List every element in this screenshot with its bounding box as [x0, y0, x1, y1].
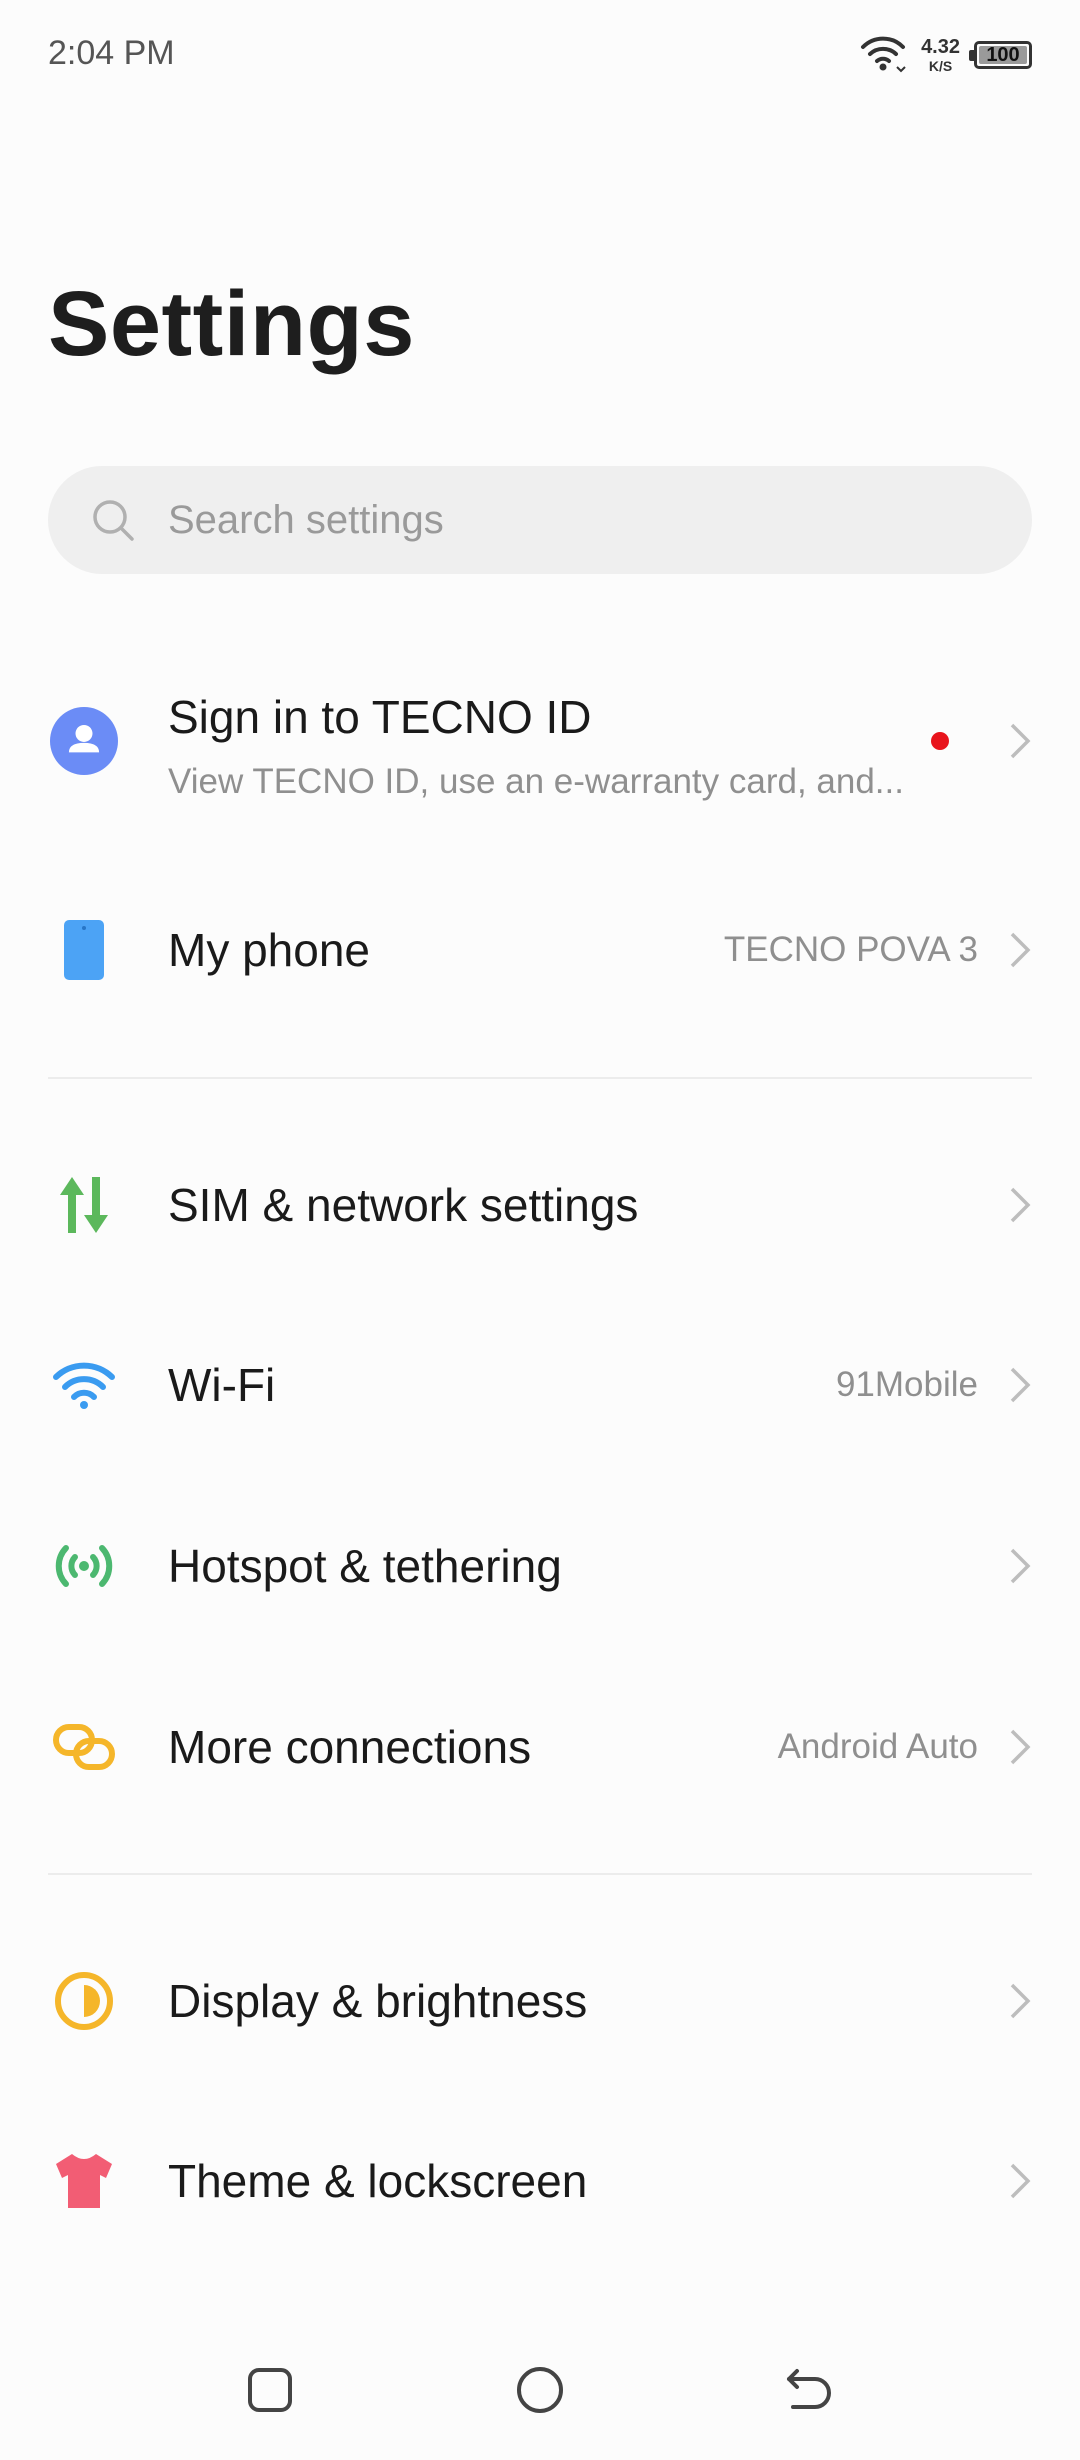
item-label: More connections — [168, 1721, 532, 1773]
search-bar[interactable] — [48, 466, 1032, 574]
item-label: Hotspot & tethering — [168, 1540, 562, 1592]
item-value: Android Auto — [777, 1727, 978, 1766]
wifi-icon — [50, 1351, 118, 1419]
square-icon — [248, 2368, 292, 2412]
chevron-right-icon — [1010, 723, 1031, 759]
settings-item-sim-network[interactable]: SIM & network settings — [0, 1130, 1080, 1280]
battery-level: 100 — [986, 43, 1020, 66]
item-label: SIM & network settings — [168, 1179, 639, 1231]
tshirt-icon — [50, 2147, 118, 2215]
phone-icon — [50, 916, 118, 984]
chevron-right-icon — [1010, 1983, 1031, 2019]
item-label: Theme & lockscreen — [168, 2155, 588, 2207]
network-speed: 4.32 K/S — [921, 37, 960, 73]
status-bar: 2:04 PM 4.32 K/S 100 — [0, 0, 1080, 110]
account-avatar-icon — [50, 707, 118, 775]
link-icon — [50, 1713, 118, 1781]
search-icon — [93, 500, 134, 541]
settings-item-hotspot[interactable]: Hotspot & tethering — [0, 1491, 1080, 1641]
settings-item-my-phone[interactable]: My phone TECNO POVA 3 — [0, 875, 1080, 1025]
item-label: Wi-Fi — [168, 1359, 276, 1411]
circle-icon — [517, 2367, 563, 2413]
account-label: Sign in to TECNO ID — [168, 691, 592, 743]
battery-icon: 100 — [969, 41, 1032, 69]
settings-item-wifi[interactable]: Wi-Fi 91Mobile — [0, 1310, 1080, 1460]
chevron-right-icon — [1010, 932, 1031, 968]
settings-item-more-connections[interactable]: More connections Android Auto — [0, 1672, 1080, 1822]
sim-network-icon — [50, 1171, 118, 1239]
account-subtitle: View TECNO ID, use an e-warranty card, a… — [168, 762, 904, 801]
status-icons: 4.32 K/S 100 — [859, 30, 1032, 80]
chevron-right-icon — [1010, 1187, 1031, 1223]
section-divider — [48, 1077, 1032, 1079]
page-title: Settings — [48, 273, 415, 375]
item-value: TECNO POVA 3 — [723, 930, 978, 969]
home-button[interactable] — [510, 2360, 570, 2420]
wifi-status-icon — [859, 33, 907, 78]
hotspot-icon — [50, 1532, 118, 1600]
item-label: Display & brightness — [168, 1975, 588, 2027]
item-value: 91Mobile — [835, 1365, 978, 1404]
navigation-bar — [0, 2330, 1080, 2450]
settings-item-theme[interactable]: Theme & lockscreen — [0, 2106, 1080, 2256]
section-divider — [48, 1873, 1032, 1875]
status-time: 2:04 PM — [48, 34, 175, 72]
back-button[interactable] — [780, 2360, 840, 2420]
network-speed-unit: K/S — [928, 58, 953, 74]
back-arrow-icon — [787, 2369, 831, 2409]
chevron-right-icon — [1010, 1367, 1031, 1403]
network-speed-value: 4.32 — [921, 36, 960, 58]
chevron-right-icon — [1010, 1729, 1031, 1765]
chevron-right-icon — [1010, 1548, 1031, 1584]
chevron-right-icon — [1010, 2163, 1031, 2199]
item-label: My phone — [168, 924, 371, 976]
brightness-icon — [50, 1967, 118, 2035]
notification-dot — [931, 732, 949, 750]
account-row[interactable]: Sign in to TECNO ID View TECNO ID, use a… — [0, 666, 1080, 816]
recent-apps-button[interactable] — [240, 2360, 300, 2420]
settings-item-display[interactable]: Display & brightness — [0, 1926, 1080, 2076]
search-input[interactable] — [166, 496, 950, 544]
